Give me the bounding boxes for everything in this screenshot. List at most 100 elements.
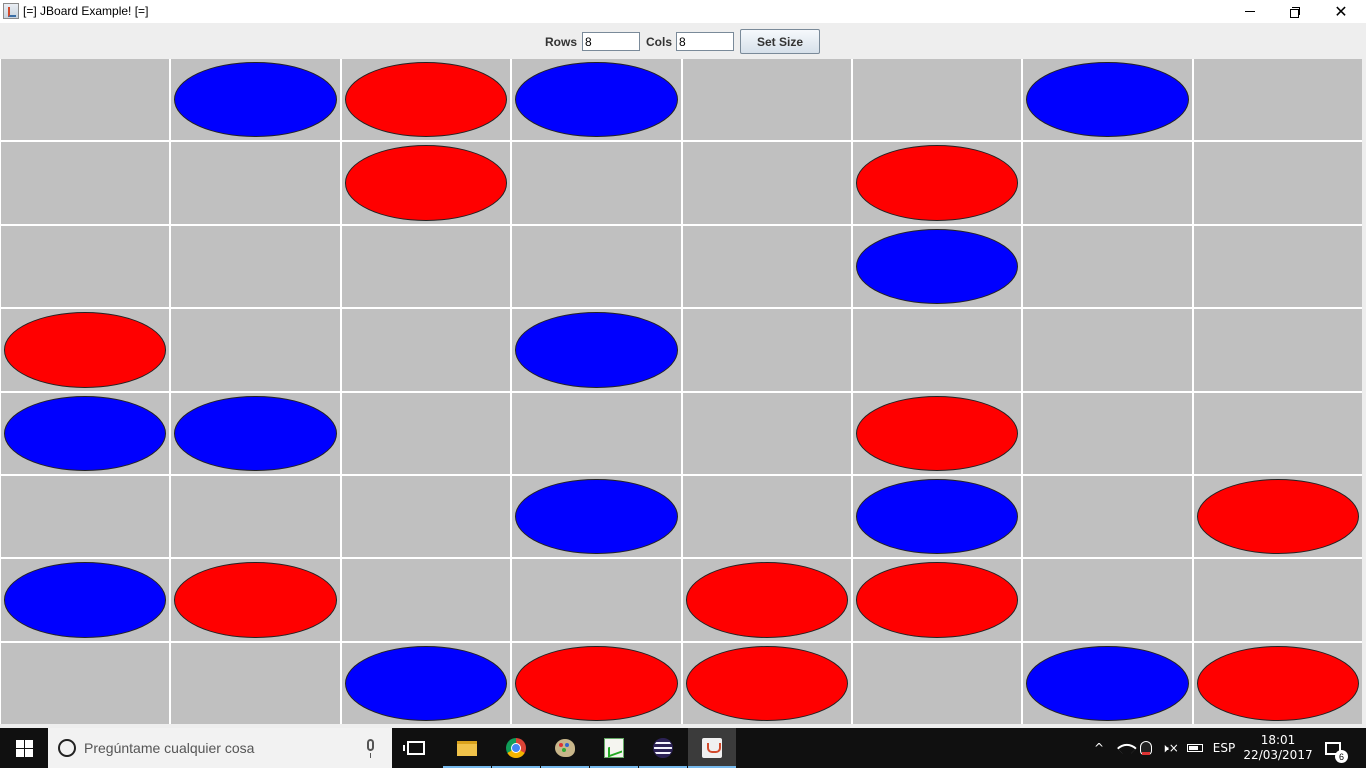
board-cell[interactable] xyxy=(682,392,851,474)
board-cell[interactable] xyxy=(1023,59,1192,141)
board-cell[interactable] xyxy=(682,225,851,308)
microphone-icon[interactable] xyxy=(367,739,374,758)
board-cell[interactable] xyxy=(171,392,340,474)
chart-app-button[interactable] xyxy=(590,728,638,768)
blue-piece xyxy=(515,62,678,138)
board-cell[interactable] xyxy=(1193,642,1362,724)
board-cell[interactable] xyxy=(682,475,851,558)
board-cell[interactable] xyxy=(682,559,851,641)
board-cell[interactable] xyxy=(1193,59,1362,141)
board-cell[interactable] xyxy=(171,559,340,641)
paint-palette-icon xyxy=(555,739,575,757)
cols-input[interactable] xyxy=(676,32,734,51)
board-cell[interactable] xyxy=(1,59,170,141)
board-cell[interactable] xyxy=(852,642,1022,724)
board-cell[interactable] xyxy=(1023,559,1192,641)
task-view-button[interactable] xyxy=(392,728,440,768)
game-board[interactable] xyxy=(1,59,1362,724)
board-cell[interactable] xyxy=(852,225,1022,308)
board-cell[interactable] xyxy=(341,559,511,641)
board-cell[interactable] xyxy=(171,225,340,308)
board-cell[interactable] xyxy=(512,559,681,641)
board-cell[interactable] xyxy=(1,309,170,391)
volume-button[interactable]: 🕨× xyxy=(1160,728,1180,768)
paint-button[interactable] xyxy=(541,728,589,768)
board-cell[interactable] xyxy=(1,392,170,474)
chrome-button[interactable] xyxy=(492,728,540,768)
start-button[interactable] xyxy=(0,728,48,768)
board-cell[interactable] xyxy=(1193,142,1362,224)
red-piece xyxy=(344,145,508,221)
board-cell[interactable] xyxy=(1023,642,1192,724)
qq-tray-button[interactable] xyxy=(1136,728,1156,768)
board-cell[interactable] xyxy=(512,59,681,141)
board-cell[interactable] xyxy=(512,225,681,308)
board-cell[interactable] xyxy=(341,142,511,224)
board-cell[interactable] xyxy=(1193,475,1362,558)
board-cell[interactable] xyxy=(341,59,511,141)
board-cell[interactable] xyxy=(1,559,170,641)
java-app-button[interactable] xyxy=(688,728,736,768)
eclipse-button[interactable] xyxy=(639,728,687,768)
board-cell[interactable] xyxy=(682,642,851,724)
restore-button[interactable] xyxy=(1272,0,1318,23)
board-cell[interactable] xyxy=(341,225,511,308)
board-cell[interactable] xyxy=(512,142,681,224)
board-cell[interactable] xyxy=(1023,475,1192,558)
board-cell[interactable] xyxy=(1023,225,1192,308)
board-cell[interactable] xyxy=(1193,559,1362,641)
board-cell[interactable] xyxy=(341,392,511,474)
board-cell[interactable] xyxy=(1,475,170,558)
board-cell[interactable] xyxy=(1023,309,1192,391)
java-app-icon xyxy=(3,3,19,19)
board-cell[interactable] xyxy=(1023,392,1192,474)
board-cell[interactable] xyxy=(852,142,1022,224)
clock[interactable]: 18:01 22/03/2017 xyxy=(1243,728,1312,768)
blue-piece xyxy=(4,562,167,638)
blue-piece xyxy=(4,395,167,471)
show-hidden-icons-button[interactable]: ^ xyxy=(1090,728,1108,768)
red-piece xyxy=(1196,478,1359,555)
title-bar: [=] JBoard Example! [=] ✕ xyxy=(0,0,1366,23)
board-cell[interactable] xyxy=(1,225,170,308)
board-cell[interactable] xyxy=(341,309,511,391)
board-cell[interactable] xyxy=(1023,142,1192,224)
board-cell[interactable] xyxy=(341,642,511,724)
board-cell[interactable] xyxy=(852,392,1022,474)
board-cell[interactable] xyxy=(1193,392,1362,474)
board-cell[interactable] xyxy=(171,59,340,141)
minimize-button[interactable] xyxy=(1227,0,1273,23)
board-cell[interactable] xyxy=(682,59,851,141)
network-button[interactable] xyxy=(1114,728,1137,768)
set-size-button[interactable]: Set Size xyxy=(740,29,820,54)
board-cell[interactable] xyxy=(682,309,851,391)
board-cell[interactable] xyxy=(512,475,681,558)
board-cell[interactable] xyxy=(852,475,1022,558)
board-cell[interactable] xyxy=(682,142,851,224)
red-piece xyxy=(515,645,678,721)
board-cell[interactable] xyxy=(1193,309,1362,391)
rows-input[interactable] xyxy=(582,32,640,51)
board-cell[interactable] xyxy=(512,642,681,724)
chevron-up-icon: ^ xyxy=(1093,741,1105,755)
taskbar-search-box[interactable]: Pregúntame cualquier cosa xyxy=(48,728,392,768)
board-cell[interactable] xyxy=(1193,225,1362,308)
board-cell[interactable] xyxy=(1,142,170,224)
close-button[interactable]: ✕ xyxy=(1318,0,1364,23)
board-cell[interactable] xyxy=(171,142,340,224)
board-cell[interactable] xyxy=(852,559,1022,641)
blue-piece xyxy=(344,645,508,721)
board-cell[interactable] xyxy=(341,475,511,558)
board-cell[interactable] xyxy=(1,642,170,724)
file-explorer-button[interactable] xyxy=(443,728,491,768)
language-indicator[interactable]: ESP xyxy=(1208,728,1240,768)
board-cell[interactable] xyxy=(171,642,340,724)
board-cell[interactable] xyxy=(512,392,681,474)
restore-icon xyxy=(1290,6,1300,18)
board-cell[interactable] xyxy=(171,309,340,391)
board-cell[interactable] xyxy=(171,475,340,558)
battery-button[interactable] xyxy=(1184,728,1206,768)
board-cell[interactable] xyxy=(852,59,1022,141)
board-cell[interactable] xyxy=(512,309,681,391)
board-cell[interactable] xyxy=(852,309,1022,391)
